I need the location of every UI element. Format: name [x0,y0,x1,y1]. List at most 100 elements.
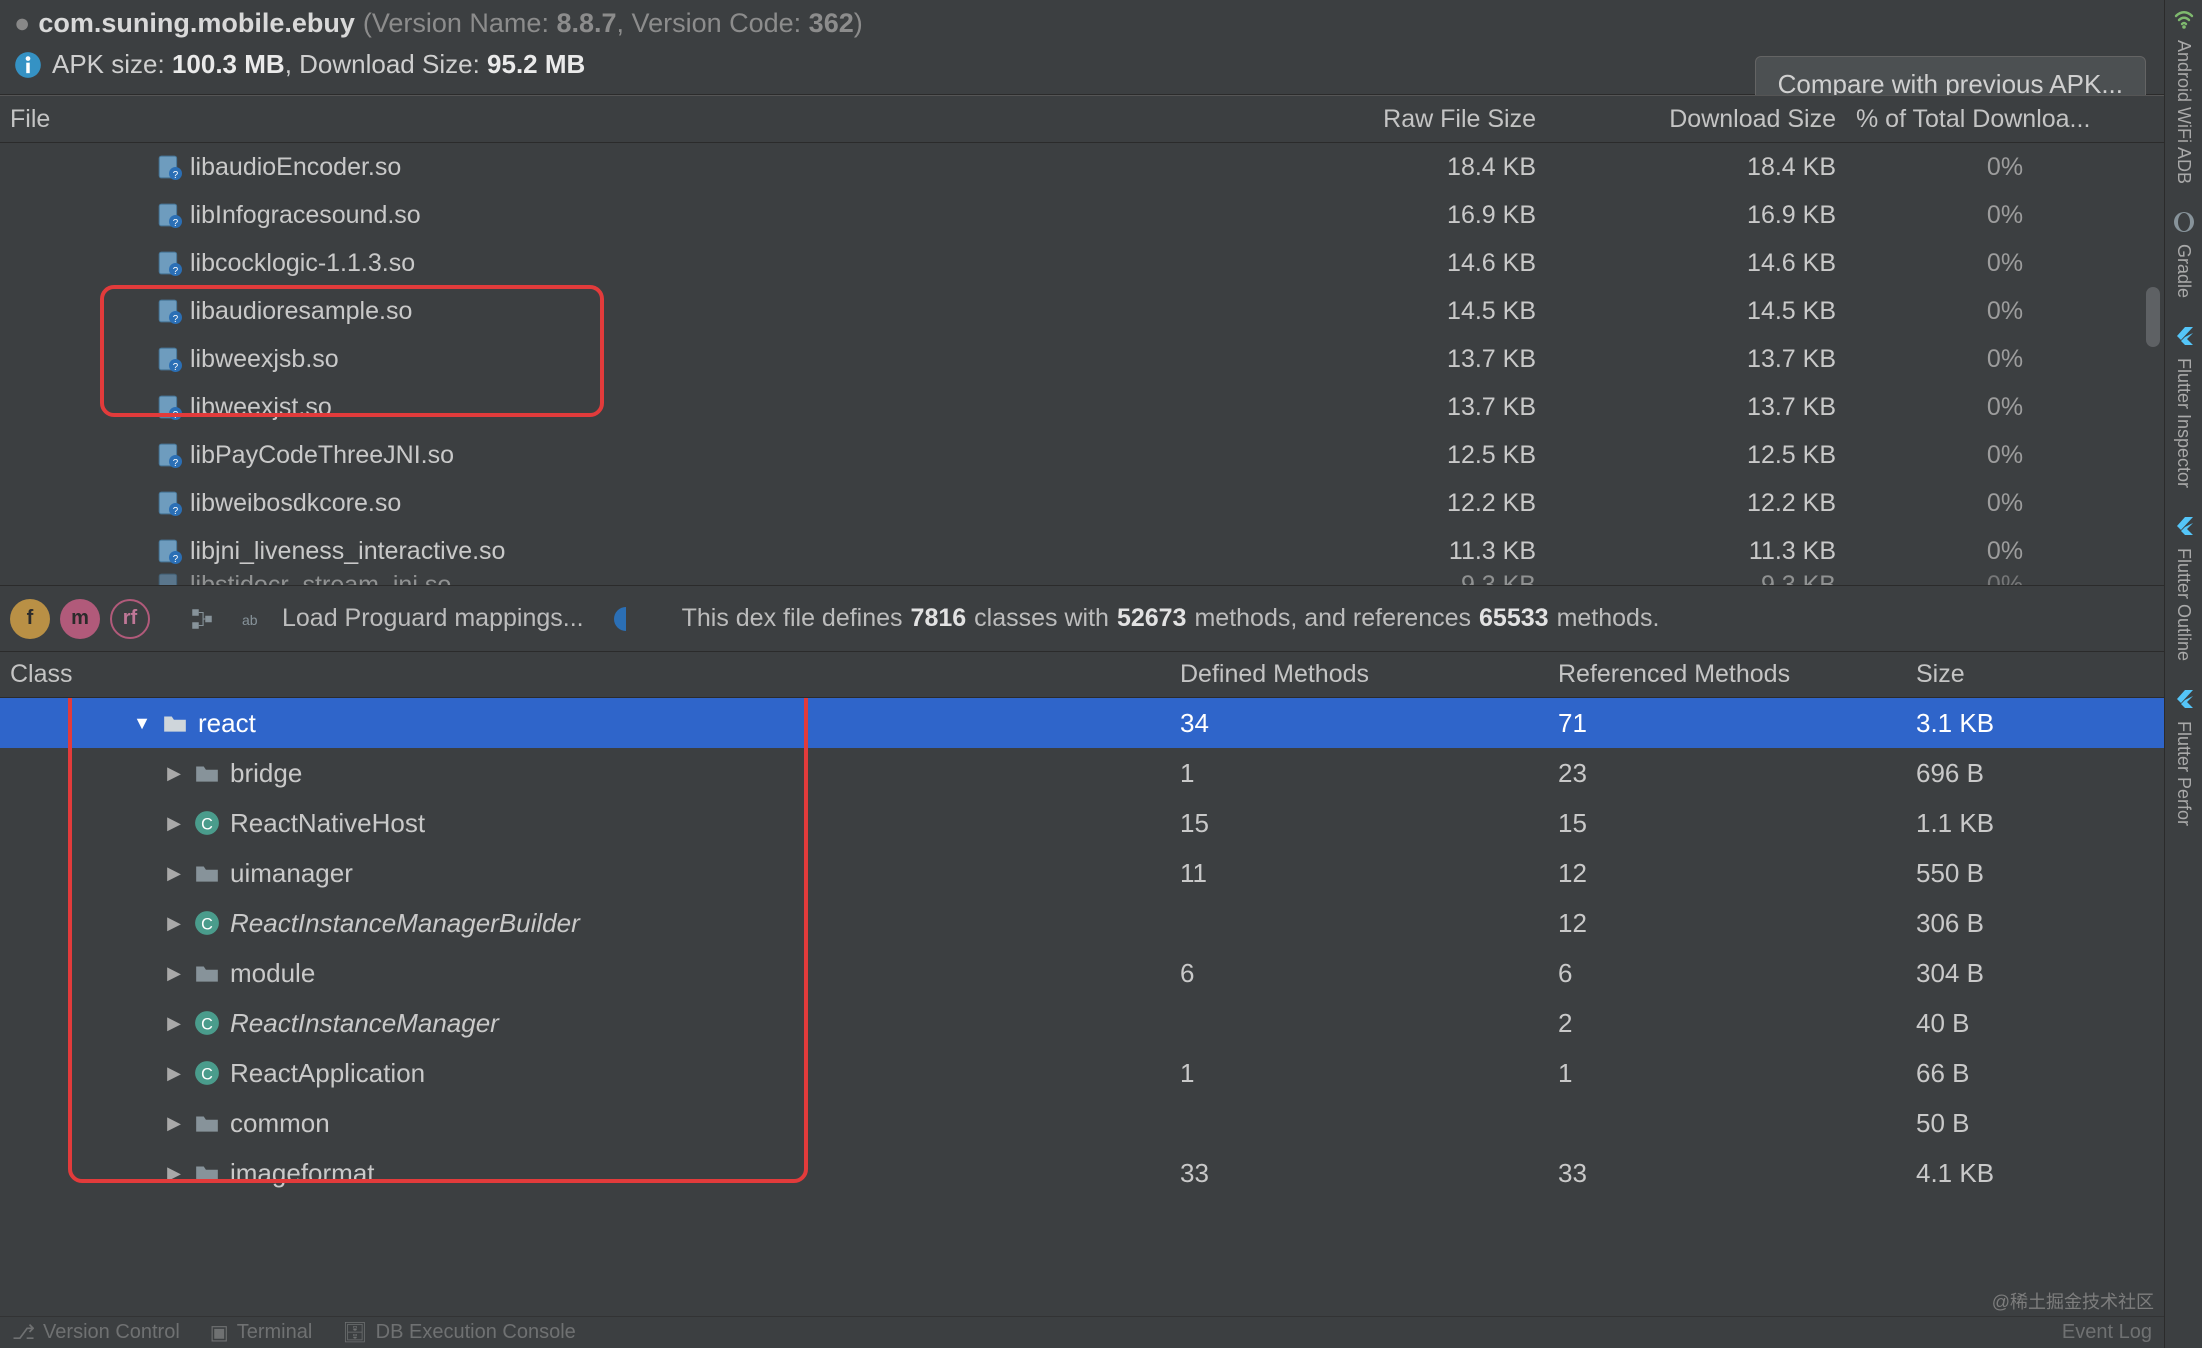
file-raw-size: 13.7 KB [1222,345,1546,374]
tool-flutter-perfor[interactable]: Flutter Perfor [2172,687,2196,832]
expand-icon[interactable]: ▶ [164,763,184,784]
class-name: common [230,1108,330,1139]
expand-icon[interactable]: ▶ [164,863,184,884]
file-scrollbar-thumb[interactable] [2146,287,2160,347]
class-name: bridge [230,758,302,789]
version-control-tab[interactable]: ⎇Version Control [12,1320,180,1345]
file-pct: 0% [1846,297,2164,326]
col-raw-size[interactable]: Raw File Size [1222,105,1546,134]
expand-icon[interactable]: ▶ [164,913,184,934]
file-name: libweibosdkcore.so [190,489,401,518]
file-row[interactable]: libweexjst.so 13.7 KB 13.7 KB 0% [0,383,2164,431]
tool-label: Gradle [2173,238,2194,304]
tool-gradle[interactable]: Gradle [2172,210,2196,304]
class-row[interactable]: ▶ uimanager 11 12 550 B [0,848,2164,898]
gradle-icon [2172,210,2196,234]
class-row[interactable]: ▶ ReactNativeHost 15 15 1.1 KB [0,798,2164,848]
file-dl-size: 18.4 KB [1546,153,1846,182]
filter-fields-button[interactable]: f [10,599,50,639]
dex-toolbar: f m rf Load Proguard mappings... This de… [0,586,2164,652]
file-dl-size: 9.3 KB [1546,571,1846,586]
col-size[interactable]: Size [1906,660,2164,689]
tree-icon[interactable] [182,599,222,639]
class-name: ReactInstanceManager [230,1008,499,1039]
expand-icon[interactable]: ▶ [164,813,184,834]
folder-icon [194,1110,220,1136]
col-class[interactable]: Class [0,660,1170,689]
expand-icon[interactable]: ▶ [164,1013,184,1034]
file-row[interactable]: libweexjsb.so 13.7 KB 13.7 KB 0% [0,335,2164,383]
db-console-tab[interactable]: 🗄DB Execution Console [342,1320,576,1345]
apk-header: ● com.suning.mobile.ebuy (Version Name: … [0,0,2164,95]
file-row[interactable]: libPayCodeThreeJNI.so 12.5 KB 12.5 KB 0% [0,431,2164,479]
class-column-header: Class Defined Methods Referenced Methods… [0,652,2164,698]
file-dl-size: 14.6 KB [1546,249,1846,278]
class-row[interactable]: ▶ module 6 6 304 B [0,948,2164,998]
filter-methods-button[interactable]: m [60,599,100,639]
class-row[interactable]: ▶ ReactApplication 1 1 66 B [0,1048,2164,1098]
tool-label: Flutter Inspector [2173,352,2194,494]
col-file[interactable]: File [0,105,1222,134]
defined-methods: 34 [1170,708,1548,739]
expand-icon[interactable]: ▼ [132,713,152,734]
file-raw-size: 14.6 KB [1222,249,1546,278]
class-size: 4.1 KB [1906,1158,2164,1189]
expand-icon[interactable]: ▶ [164,1113,184,1134]
file-row[interactable]: libaudioresample.so 14.5 KB 14.5 KB 0% [0,287,2164,335]
tool-flutter-outline[interactable]: Flutter Outline [2172,514,2196,667]
file-table: File Raw File Size Download Size % of To… [0,95,2164,586]
file-pct: 0% [1846,201,2164,230]
expand-icon[interactable]: ▶ [164,1163,184,1184]
file-raw-size: 9.3 KB [1222,571,1546,586]
col-referenced[interactable]: Referenced Methods [1548,660,1906,689]
file-name: libPayCodeThreeJNI.so [190,441,454,470]
terminal-tab[interactable]: ▣Terminal [210,1320,312,1345]
file-icon [156,202,182,228]
file-raw-size: 12.5 KB [1222,441,1546,470]
class-size: 696 B [1906,758,2164,789]
file-row[interactable]: libweibosdkcore.so 12.2 KB 12.2 KB 0% [0,479,2164,527]
tool-android-wifi-adb[interactable]: Android WiFi ADB [2172,6,2196,190]
class-row[interactable]: ▶ ReactInstanceManagerBuilder 12 306 B [0,898,2164,948]
class-row[interactable]: ▶ bridge 1 23 696 B [0,748,2164,798]
load-proguard-link[interactable]: Load Proguard mappings... [282,604,584,633]
class-size: 304 B [1906,958,2164,989]
event-log-tab[interactable]: Event Log [2062,1321,2152,1344]
referenced-methods: 6 [1548,958,1906,989]
file-row[interactable]: libcocklogic-1.1.3.so 14.6 KB 14.6 KB 0% [0,239,2164,287]
file-raw-size: 14.5 KB [1222,297,1546,326]
file-raw-size: 13.7 KB [1222,393,1546,422]
col-defined[interactable]: Defined Methods [1170,660,1548,689]
expand-icon[interactable]: ▶ [164,1063,184,1084]
file-dl-size: 16.9 KB [1546,201,1846,230]
tool-flutter-inspector[interactable]: Flutter Inspector [2172,324,2196,494]
class-row[interactable]: ▶ imageformat 33 33 4.1 KB [0,1148,2164,1198]
file-row[interactable]: libstidocr_stream_jni.so 9.3 KB 9.3 KB 0… [0,561,2164,585]
referenced-methods: 15 [1548,808,1906,839]
class-row[interactable]: ▶ common 50 B [0,1098,2164,1148]
referenced-methods: 2 [1548,1008,1906,1039]
file-row[interactable]: libaudioEncoder.so 18.4 KB 18.4 KB 0% [0,143,2164,191]
file-dl-size: 13.7 KB [1546,393,1846,422]
referenced-methods: 71 [1548,708,1906,739]
file-raw-size: 18.4 KB [1222,153,1546,182]
ab-icon[interactable] [232,599,272,639]
class-icon [194,1060,220,1086]
class-row[interactable]: ▼ react 34 71 3.1 KB [0,698,2164,748]
file-name: libcocklogic-1.1.3.so [190,249,415,278]
file-row[interactable]: libInfogracesound.so 16.9 KB 16.9 KB 0% [0,191,2164,239]
col-pct[interactable]: % of Total Downloa... [1846,105,2164,134]
file-icon [156,346,182,372]
filter-refs-button[interactable]: rf [110,599,150,639]
referenced-methods: 33 [1548,1158,1906,1189]
class-size: 40 B [1906,1008,2164,1039]
class-size: 66 B [1906,1058,2164,1089]
file-dl-size: 12.5 KB [1546,441,1846,470]
class-row[interactable]: ▶ ReactInstanceManager 2 40 B [0,998,2164,1048]
folder-icon [194,960,220,986]
expand-icon[interactable]: ▶ [164,963,184,984]
defined-methods: 11 [1170,858,1548,889]
file-dl-size: 14.5 KB [1546,297,1846,326]
col-download-size[interactable]: Download Size [1546,105,1846,134]
file-pct: 0% [1846,571,2164,586]
